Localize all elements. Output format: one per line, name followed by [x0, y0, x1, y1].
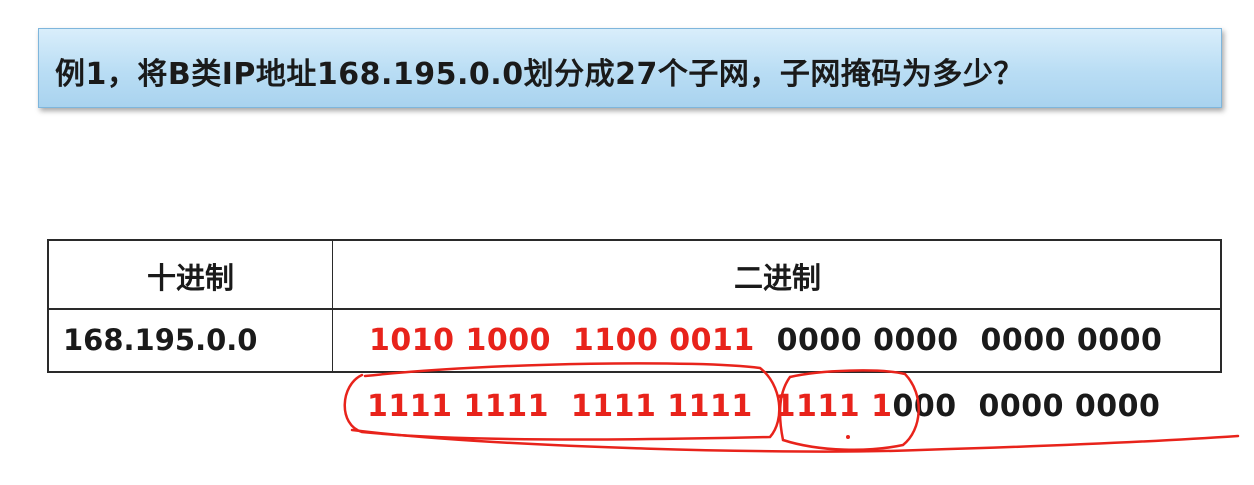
question-title: 例1，将B类IP地址168.195.0.0划分成27个子网，子网掩码为多少？ [55, 57, 1024, 92]
title-banner: 例1，将B类IP地址168.195.0.0划分成27个子网，子网掩码为多少？ [38, 28, 1222, 108]
mask-ones: 1111 1111 1111 1111 1111 1 [367, 389, 893, 424]
annotation-dot [846, 435, 850, 439]
header-decimal: 十进制 [146, 261, 234, 295]
table-row-divider [49, 308, 1220, 310]
annotation-underline [350, 428, 1240, 453]
header-binary: 二进制 [733, 261, 821, 295]
ip-binary-host-bits: 0000 0000 0000 0000 [754, 323, 1163, 358]
ip-decimal-value: 168.195.0.0 [63, 323, 258, 357]
subnet-mask-binary: 1111 1111 1111 1111 1111 1000 0000 0000 [367, 389, 1160, 424]
ip-binary-value: 1010 1000 1100 0011 0000 0000 0000 0000 [369, 323, 1162, 358]
ip-binary-network-bits: 1010 1000 1100 0011 [369, 323, 755, 358]
mask-zeros: 000 0000 0000 [892, 389, 1161, 424]
conversion-table: 十进制 二进制 168.195.0.0 1010 1000 1100 0011 … [47, 239, 1222, 373]
